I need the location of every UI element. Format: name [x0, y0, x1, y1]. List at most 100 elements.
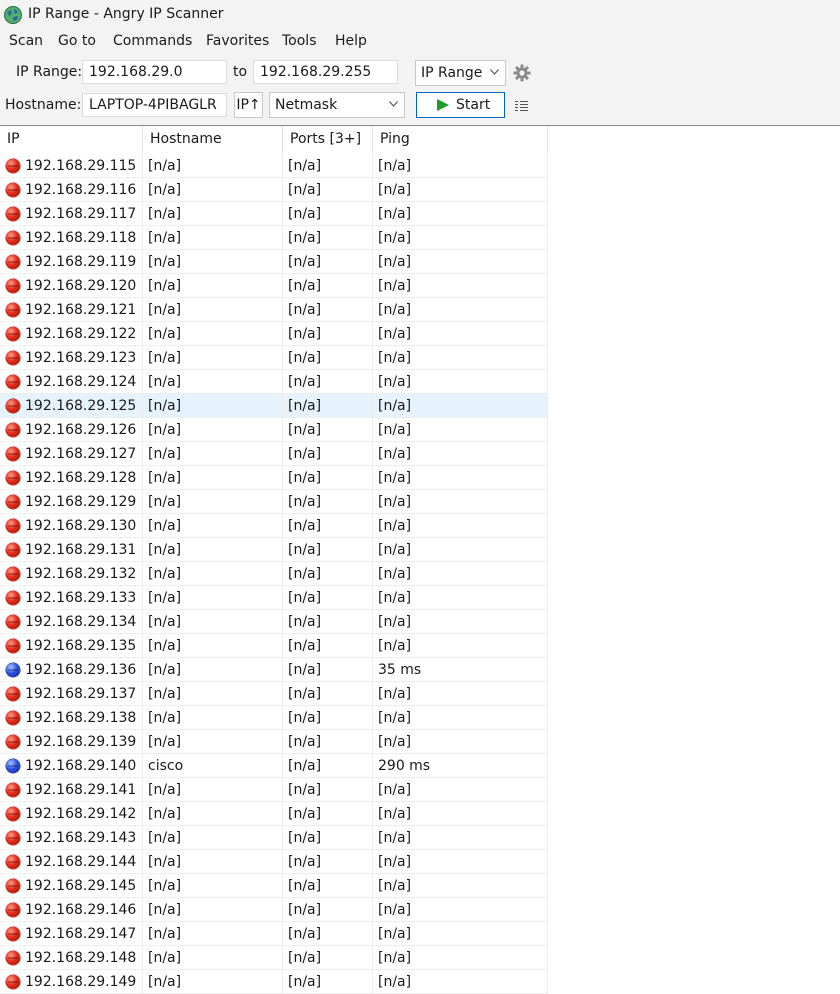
cell-ping: [n/a]	[373, 202, 548, 226]
table-row[interactable]: 192.168.29.124 [n/a] [n/a] [n/a]	[0, 370, 548, 394]
table-row[interactable]: 192.168.29.134 [n/a] [n/a] [n/a]	[0, 610, 548, 634]
column-header-ports[interactable]: Ports [3+]	[283, 126, 373, 153]
ip-end-input[interactable]: 192.168.29.255	[253, 60, 398, 84]
table-row[interactable]: 192.168.29.137 [n/a] [n/a] [n/a]	[0, 682, 548, 706]
table-row[interactable]: 192.168.29.125 [n/a] [n/a] [n/a]	[0, 394, 548, 418]
host-dead-icon	[6, 615, 20, 629]
table-row[interactable]: 192.168.29.128 [n/a] [n/a] [n/a]	[0, 466, 548, 490]
table-row[interactable]: 192.168.29.139 [n/a] [n/a] [n/a]	[0, 730, 548, 754]
table-row[interactable]: 192.168.29.140 cisco [n/a] 290 ms	[0, 754, 548, 778]
table-row[interactable]: 192.168.29.120 [n/a] [n/a] [n/a]	[0, 274, 548, 298]
table-row[interactable]: 192.168.29.146 [n/a] [n/a] [n/a]	[0, 898, 548, 922]
table-row[interactable]: 192.168.29.129 [n/a] [n/a] [n/a]	[0, 490, 548, 514]
cell-hostname: [n/a]	[143, 946, 283, 970]
cell-ports-text: [n/a]	[288, 782, 322, 798]
table-row[interactable]: 192.168.29.148 [n/a] [n/a] [n/a]	[0, 946, 548, 970]
table-row[interactable]: 192.168.29.127 [n/a] [n/a] [n/a]	[0, 442, 548, 466]
gear-icon[interactable]	[513, 64, 531, 82]
table-row[interactable]: 192.168.29.123 [n/a] [n/a] [n/a]	[0, 346, 548, 370]
cell-ping: [n/a]	[373, 394, 548, 418]
cell-hostname: [n/a]	[143, 586, 283, 610]
cell-ping-text: [n/a]	[378, 422, 412, 438]
table-row[interactable]: 192.168.29.142 [n/a] [n/a] [n/a]	[0, 802, 548, 826]
table-row[interactable]: 192.168.29.147 [n/a] [n/a] [n/a]	[0, 922, 548, 946]
cell-ip: 192.168.29.119	[0, 250, 143, 274]
cell-hostname-text: [n/a]	[148, 566, 182, 582]
cell-ports: [n/a]	[283, 394, 373, 418]
table-row[interactable]: 192.168.29.145 [n/a] [n/a] [n/a]	[0, 874, 548, 898]
cell-ports-text: [n/a]	[288, 446, 322, 462]
menu-commands[interactable]: Commands	[113, 33, 192, 49]
cell-ip-text: 192.168.29.130	[25, 518, 137, 534]
cell-hostname-text: [n/a]	[148, 854, 182, 870]
cell-ping: [n/a]	[373, 346, 548, 370]
cell-ports-text: [n/a]	[288, 830, 322, 846]
host-dead-icon	[6, 351, 20, 365]
table-row[interactable]: 192.168.29.130 [n/a] [n/a] [n/a]	[0, 514, 548, 538]
cell-ip-text: 192.168.29.135	[25, 638, 137, 654]
table-row[interactable]: 192.168.29.121 [n/a] [n/a] [n/a]	[0, 298, 548, 322]
cell-ports: [n/a]	[283, 178, 373, 202]
cell-ping-text: [n/a]	[378, 638, 412, 654]
cell-hostname-text: [n/a]	[148, 614, 182, 630]
host-dead-icon	[6, 375, 20, 389]
table-row[interactable]: 192.168.29.115 [n/a] [n/a] [n/a]	[0, 154, 548, 178]
cell-ping: [n/a]	[373, 490, 548, 514]
hostname-label: Hostname:	[5, 97, 82, 113]
hostname-input[interactable]: LAPTOP-4PIBAGLR	[82, 93, 227, 117]
cell-ping-text: [n/a]	[378, 374, 412, 390]
table-row[interactable]: 192.168.29.126 [n/a] [n/a] [n/a]	[0, 418, 548, 442]
cell-ports-text: [n/a]	[288, 470, 322, 486]
table-row[interactable]: 192.168.29.149 [n/a] [n/a] [n/a]	[0, 970, 548, 994]
table-row[interactable]: 192.168.29.136 [n/a] [n/a] 35 ms	[0, 658, 548, 682]
menu-help[interactable]: Help	[335, 33, 367, 49]
table-row[interactable]: 192.168.29.143 [n/a] [n/a] [n/a]	[0, 826, 548, 850]
table-row[interactable]: 192.168.29.119 [n/a] [n/a] [n/a]	[0, 250, 548, 274]
table-row[interactable]: 192.168.29.135 [n/a] [n/a] [n/a]	[0, 634, 548, 658]
ip-up-button[interactable]: IP↑	[234, 92, 263, 118]
netmask-select[interactable]: Netmask	[269, 92, 405, 118]
table-row[interactable]: 192.168.29.138 [n/a] [n/a] [n/a]	[0, 706, 548, 730]
table-row[interactable]: 192.168.29.141 [n/a] [n/a] [n/a]	[0, 778, 548, 802]
cell-hostname-text: [n/a]	[148, 590, 182, 606]
table-row[interactable]: 192.168.29.118 [n/a] [n/a] [n/a]	[0, 226, 548, 250]
cell-ports: [n/a]	[283, 850, 373, 874]
menu-tools[interactable]: Tools	[282, 33, 317, 49]
column-header-ip[interactable]: IP	[0, 126, 143, 153]
columns-menu-icon[interactable]	[515, 100, 529, 111]
table-row[interactable]: 192.168.29.122 [n/a] [n/a] [n/a]	[0, 322, 548, 346]
start-button[interactable]: Start	[416, 92, 505, 118]
feeder-select[interactable]: IP Range	[415, 60, 506, 86]
cell-hostname: [n/a]	[143, 370, 283, 394]
cell-ports: [n/a]	[283, 442, 373, 466]
cell-ports: [n/a]	[283, 298, 373, 322]
cell-ping-text: [n/a]	[378, 830, 412, 846]
cell-ping: [n/a]	[373, 970, 548, 994]
cell-ping-text: [n/a]	[378, 686, 412, 702]
menu-favorites[interactable]: Favorites	[206, 33, 269, 49]
column-header-hostname[interactable]: Hostname	[143, 126, 283, 153]
menu-goto[interactable]: Go to	[58, 33, 96, 49]
cell-hostname-text: [n/a]	[148, 710, 182, 726]
menu-scan[interactable]: Scan	[9, 33, 43, 49]
cell-ping: [n/a]	[373, 826, 548, 850]
cell-ip-text: 192.168.29.140	[25, 758, 137, 774]
cell-ip-text: 192.168.29.123	[25, 350, 137, 366]
chevron-down-icon	[490, 69, 499, 75]
table-row[interactable]: 192.168.29.133 [n/a] [n/a] [n/a]	[0, 586, 548, 610]
cell-hostname: [n/a]	[143, 466, 283, 490]
table-row[interactable]: 192.168.29.131 [n/a] [n/a] [n/a]	[0, 538, 548, 562]
ip-start-input[interactable]: 192.168.29.0	[82, 60, 227, 84]
cell-hostname-text: [n/a]	[148, 182, 182, 198]
results-table[interactable]: IP Hostname Ports [3+] Ping 192.168.29.1…	[0, 126, 840, 994]
table-row[interactable]: 192.168.29.116 [n/a] [n/a] [n/a]	[0, 178, 548, 202]
table-row[interactable]: 192.168.29.117 [n/a] [n/a] [n/a]	[0, 202, 548, 226]
table-header: IP Hostname Ports [3+] Ping	[0, 126, 548, 153]
column-header-ping[interactable]: Ping	[373, 126, 548, 153]
table-row[interactable]: 192.168.29.144 [n/a] [n/a] [n/a]	[0, 850, 548, 874]
host-dead-icon	[6, 327, 20, 341]
cell-ip-text: 192.168.29.136	[25, 662, 137, 678]
cell-hostname: [n/a]	[143, 682, 283, 706]
table-row[interactable]: 192.168.29.132 [n/a] [n/a] [n/a]	[0, 562, 548, 586]
cell-ports: [n/a]	[283, 346, 373, 370]
